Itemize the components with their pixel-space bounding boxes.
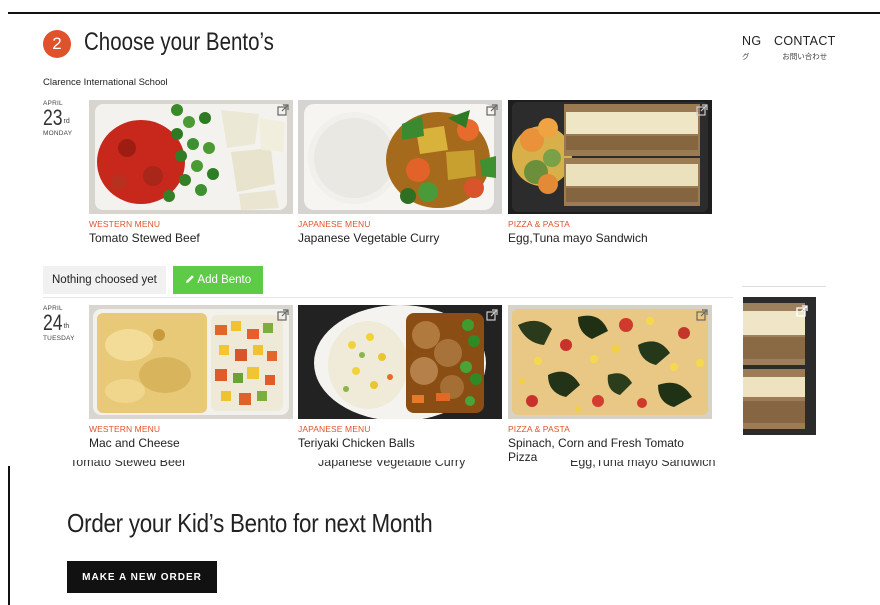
add-bento-button[interactable]: Add Bento bbox=[173, 266, 263, 294]
dish-name: Mac and Cheese bbox=[89, 436, 180, 450]
step-number-badge: 2 bbox=[43, 30, 71, 58]
bento-option-card[interactable]: PIZZA & PASTA Spinach, Corn and Fresh To… bbox=[508, 305, 712, 464]
dish-image-tomato-stewed-beef[interactable] bbox=[89, 100, 293, 214]
dish-image-egg-tuna-sandwich[interactable] bbox=[508, 100, 712, 214]
day-suffix: th bbox=[63, 323, 70, 330]
menu-category: PIZZA & PASTA bbox=[508, 424, 570, 434]
external-link-icon[interactable] bbox=[486, 309, 498, 321]
school-name: Clarence International School bbox=[43, 77, 168, 88]
row-divider bbox=[43, 297, 733, 298]
selection-status: Nothing choosed yet bbox=[43, 266, 166, 294]
dish-image-teriyaki-chicken-balls[interactable] bbox=[298, 305, 502, 419]
bento-option-card[interactable]: WESTERN MENU Mac and Cheese bbox=[89, 305, 293, 450]
dish-name: Japanese Vegetable Curry bbox=[298, 231, 440, 245]
dish-name: Teriyaki Chicken Balls bbox=[298, 436, 415, 450]
nav-item-contact[interactable]: CONTACT お問い合わせ bbox=[774, 34, 836, 62]
dish-name: Tomato Stewed Beef bbox=[89, 231, 200, 245]
menu-category: JAPANESE MENU bbox=[298, 424, 371, 434]
add-bento-label: Add Bento bbox=[197, 274, 252, 286]
pencil-icon bbox=[185, 275, 194, 283]
dish-name: Spinach, Corn and Fresh Tomato Pizza bbox=[508, 436, 684, 464]
make-new-order-button[interactable]: MAKE A NEW ORDER bbox=[67, 561, 217, 593]
nav-label: CONTACT bbox=[774, 34, 836, 48]
nav-item-ordering[interactable]: NG グ bbox=[742, 34, 761, 62]
bento-option-card[interactable]: PIZZA & PASTA Egg,Tuna mayo Sandwich bbox=[508, 100, 712, 245]
menu-category: WESTERN MENU bbox=[89, 424, 161, 434]
nav-label: NG bbox=[742, 34, 762, 48]
day-number: 24 bbox=[43, 310, 63, 335]
external-link-icon[interactable] bbox=[277, 104, 289, 116]
weekday-label: MONDAY bbox=[43, 130, 73, 137]
page-left-border bbox=[8, 466, 10, 605]
day-suffix: rd bbox=[63, 118, 70, 125]
bento-selection-panel: 2 Choose your Bento’s Clarence Internati… bbox=[30, 20, 733, 464]
dish-image-mac-and-cheese[interactable] bbox=[89, 305, 293, 419]
external-link-icon[interactable] bbox=[277, 309, 289, 321]
external-link-icon[interactable] bbox=[696, 104, 708, 116]
menu-category: JAPANESE MENU bbox=[298, 219, 371, 229]
dish-name: Egg,Tuna mayo Sandwich bbox=[508, 231, 648, 245]
order-headline: Order your Kid’s Bento for next Month bbox=[67, 508, 433, 538]
menu-category: PIZZA & PASTA bbox=[508, 219, 570, 229]
menu-category: WESTERN MENU bbox=[89, 219, 161, 229]
background-dish-image bbox=[743, 297, 816, 435]
page-top-border bbox=[8, 12, 880, 14]
day-label: APRIL 23rd MONDAY bbox=[43, 100, 93, 137]
nav-sublabel: お問い合わせ bbox=[782, 52, 828, 61]
dish-image-spinach-corn-pizza[interactable] bbox=[508, 305, 712, 419]
bento-option-card[interactable]: JAPANESE MENU Teriyaki Chicken Balls bbox=[298, 305, 502, 450]
bento-option-card[interactable]: JAPANESE MENU Japanese Vegetable Curry bbox=[298, 100, 502, 245]
weekday-label: TUESDAY bbox=[43, 335, 75, 342]
external-link-icon[interactable] bbox=[796, 305, 808, 317]
panel-title: Choose your Bento’s bbox=[84, 28, 274, 56]
day-number: 23 bbox=[43, 105, 63, 130]
dish-image-vegetable-curry[interactable] bbox=[298, 100, 502, 214]
external-link-icon[interactable] bbox=[486, 104, 498, 116]
day-label: APRIL 24th TUESDAY bbox=[43, 305, 93, 342]
background-divider bbox=[742, 286, 826, 287]
external-link-icon[interactable] bbox=[696, 309, 708, 321]
bento-option-card[interactable]: WESTERN MENU Tomato Stewed Beef bbox=[89, 100, 293, 245]
nav-sublabel: グ bbox=[742, 52, 750, 61]
